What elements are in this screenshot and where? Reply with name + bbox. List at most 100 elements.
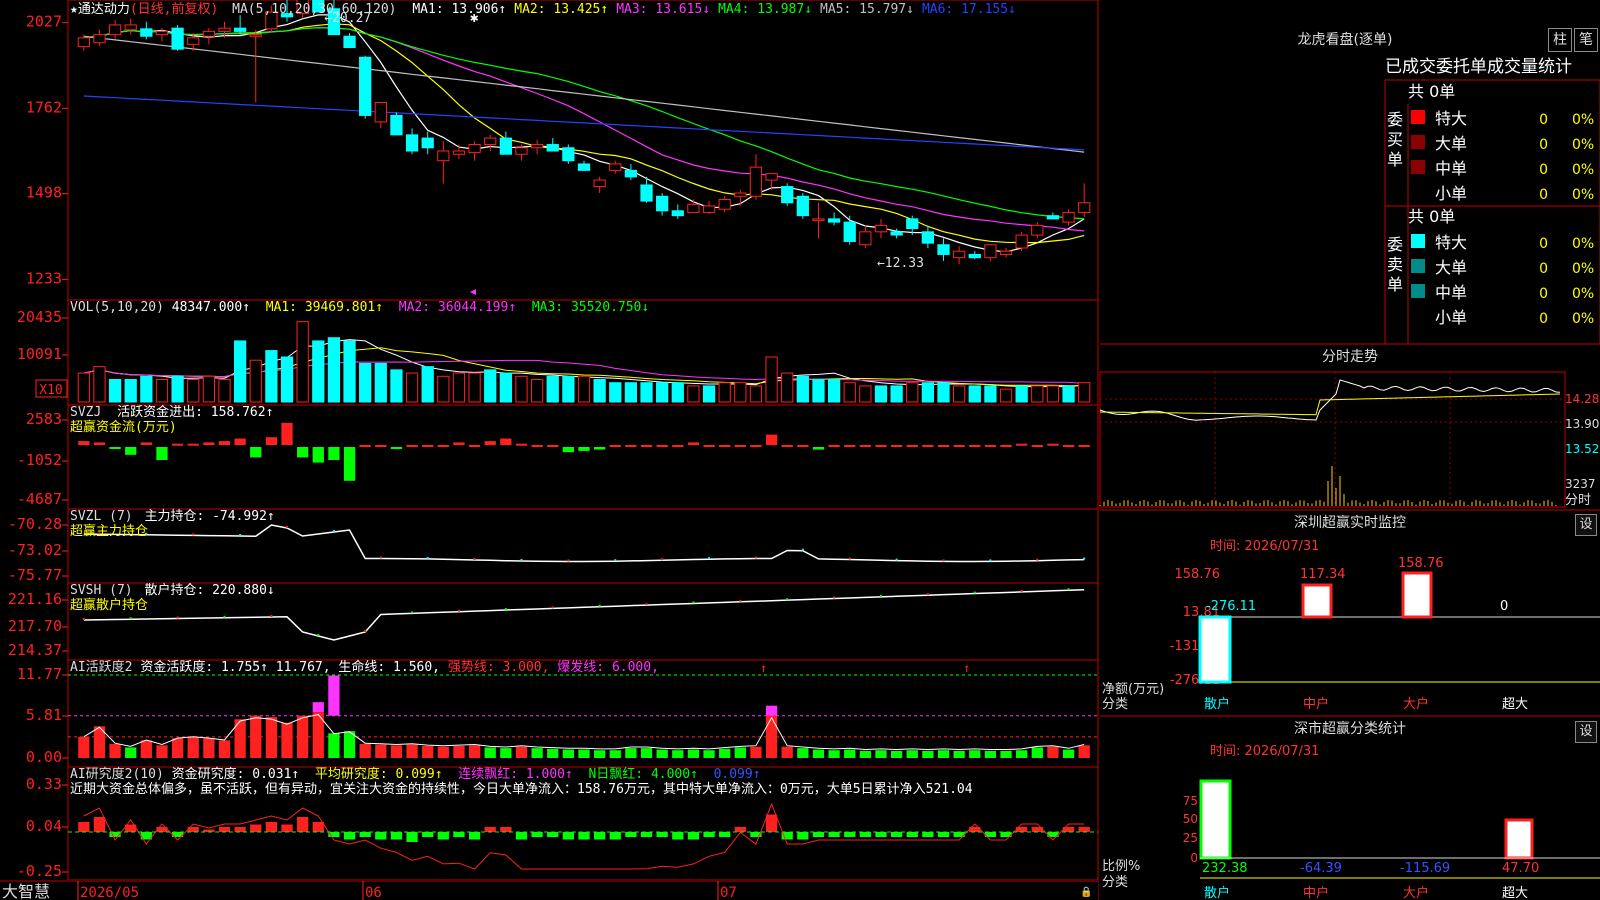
- vol-bar: [859, 385, 872, 403]
- ai1-bar: [187, 736, 199, 758]
- buy-count-3: 0: [1539, 187, 1548, 203]
- bar-mid-label: 117.34: [1300, 567, 1346, 582]
- svzl-dot: [1083, 557, 1086, 560]
- candle: [499, 137, 512, 155]
- ai2-bar: [703, 832, 715, 837]
- ai1-bar: [453, 746, 465, 758]
- classify-bar-super: [1504, 818, 1534, 860]
- monitor-cat-1: 中户: [1303, 696, 1329, 712]
- ai1-bar: [390, 745, 403, 758]
- bar-large-label: 158.76: [1398, 556, 1444, 571]
- candle: [390, 114, 403, 136]
- stock-title: ★通达动力: [70, 2, 130, 17]
- ai1-tick-0: 11.77: [17, 665, 62, 683]
- intraday-avg-line: [1099, 393, 1561, 416]
- svzl-tick-1: -73.02: [8, 541, 62, 559]
- ma-value-1: MA1: 13.906↑: [412, 2, 507, 17]
- ai2-note: 近期大资金总体偏多，虽不活跃，但有异动，宜关注大资金的持续性，今日大单净流入：1…: [70, 782, 973, 797]
- svzj-bar: [672, 445, 684, 447]
- ai2-bar: [765, 814, 778, 832]
- buy-count-1: 0: [1539, 137, 1548, 153]
- ai2-bar: [375, 832, 387, 840]
- candle: [781, 186, 794, 204]
- svzj-bar: [171, 443, 184, 446]
- candle: [765, 173, 778, 181]
- svsh-dot: [223, 615, 226, 618]
- stock-terminal: { "app":{"brand":"大智慧"}, "chart":{ "titl…: [0, 0, 1600, 900]
- vol-bar: [359, 362, 372, 403]
- ai1-burst-bar: [328, 675, 340, 716]
- candle: [874, 224, 888, 233]
- svzj-bar: [1000, 445, 1012, 447]
- svzj-bar: [609, 445, 621, 447]
- vol-bar: [155, 379, 169, 403]
- ai2-header: AI研究度2(10) 资金研究度: 0.031↑, 平均研究度: 0.099↑,…: [70, 767, 973, 797]
- vol-bar: [343, 340, 356, 403]
- ai1-bar: [734, 747, 746, 758]
- classify-settings-button[interactable]: 设: [1575, 721, 1597, 743]
- svzj-bar: [500, 438, 512, 445]
- ai1-peak: [312, 702, 324, 713]
- tick-view-button[interactable]: 笔: [1574, 28, 1598, 52]
- svzj-bar: [1016, 443, 1028, 446]
- ai2-bar: [406, 832, 418, 842]
- ai2-bar: [250, 824, 262, 832]
- svzj-bar: [531, 445, 543, 447]
- chart-subtitle: (日线,前复权): [129, 2, 219, 17]
- candle: [937, 244, 950, 255]
- svzj-bar: [562, 447, 574, 453]
- sell-label-0: 委: [1387, 235, 1403, 254]
- svzl-dot: [708, 557, 711, 560]
- vol-bar: [546, 375, 559, 403]
- svsh-title: 超赢散户持仓: [70, 598, 149, 613]
- ai2-bar: [218, 827, 231, 832]
- classify-tick-3: 0: [1190, 851, 1198, 865]
- sell-pct-3: 0%: [1572, 311, 1594, 327]
- ai1-peak: [765, 705, 778, 716]
- svzj-bar: [453, 442, 465, 445]
- classify-tick-2: 25: [1183, 831, 1198, 845]
- candle: [984, 244, 997, 259]
- candle: [671, 210, 684, 217]
- candle: [734, 192, 747, 197]
- chart-canvas[interactable]: 2027176214981233←20.27←12.33✱2043510091X…: [0, 0, 1600, 900]
- ai2-bar: [437, 832, 449, 840]
- svzj-bar: [125, 447, 137, 455]
- classify-bar-retail: [1199, 779, 1232, 860]
- ai1-bar: [1062, 749, 1075, 758]
- ma-line-6: [83, 95, 1085, 151]
- buy-pct-3: 0%: [1572, 187, 1594, 203]
- intraday-tick-0: 14.28: [1565, 392, 1599, 406]
- vol-bar: [921, 382, 935, 403]
- svsh-dot: [457, 609, 460, 612]
- svzj-bar: [297, 447, 309, 458]
- vol-bar: [734, 382, 747, 403]
- classify-cat-1: 中户: [1303, 885, 1329, 900]
- ai2-bar: [422, 832, 434, 837]
- ai1-signal-1: ↑: [963, 661, 970, 675]
- svzl-dot: [520, 558, 523, 561]
- ai1-bar: [265, 717, 278, 758]
- vol-ma1: MA1: 39469.801↑: [265, 300, 384, 315]
- candle: [249, 34, 262, 37]
- ai1-bar: [594, 750, 606, 758]
- ai2-nred: N日飘红: 4.000↑: [588, 767, 698, 782]
- ai2-bar: [234, 827, 246, 832]
- ai2-bar: [890, 832, 903, 837]
- candle: [93, 34, 106, 44]
- sell-count-2: 0: [1539, 286, 1548, 302]
- ai1-bar: [625, 748, 637, 758]
- bar-view-button[interactable]: 柱: [1548, 28, 1572, 52]
- svsh-dot: [1067, 588, 1070, 591]
- monitor-settings-button[interactable]: 设: [1575, 514, 1597, 536]
- svzj-bar: [437, 445, 449, 447]
- svsh-tick-1: 217.70: [8, 617, 62, 635]
- vol-bar: [593, 379, 606, 403]
- vol-bar: [562, 375, 575, 403]
- svzj-bar: [797, 445, 809, 447]
- vol-bar: [499, 372, 512, 403]
- classify-cat-0: 散户: [1204, 885, 1230, 900]
- ai1-bar: [547, 748, 559, 758]
- ai2-red: 连续飘红: 1.000↑: [458, 767, 573, 782]
- svzj-label: SVZJ: [70, 405, 102, 420]
